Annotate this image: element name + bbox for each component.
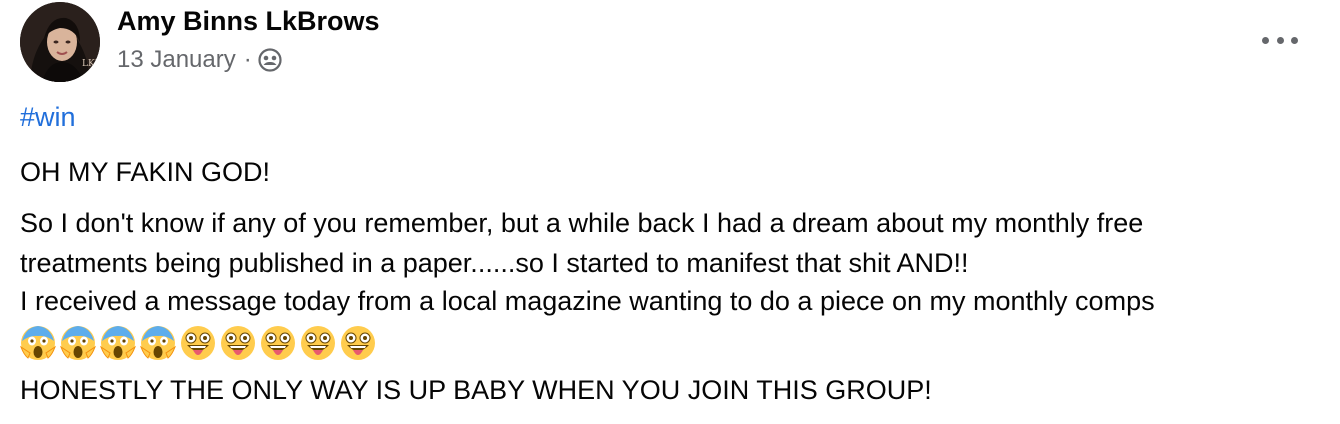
post-text-line: So I don't know if any of you remember, … [20,208,1144,238]
post-text-line: OH MY FAKIN GOD! [20,157,271,187]
avatar-image: LKB [20,2,100,82]
zany-face-icon [220,325,256,361]
screaming-face-icon [59,325,97,361]
zany-face-icon [260,325,296,361]
screaming-face-icon [99,325,137,361]
group-icon[interactable] [258,48,282,72]
more-dot [1276,36,1284,44]
post-text-line: I received a message today from a local … [20,286,1155,316]
post-meta: 13 January · [117,46,282,74]
screaming-face-icon [139,325,177,361]
zany-face-icon [340,325,376,361]
post-text-line: HONESTLY THE ONLY WAY IS UP BABY WHEN YO… [20,375,932,405]
avatar[interactable]: LKB [20,2,100,82]
post-card: LKB Amy Binns LkBrows 13 January · #win … [0,0,1340,424]
meta-separator: · [243,46,252,73]
avatar-logo-text: LKB [82,59,100,69]
zany-face-icon [300,325,336,361]
post-text-line: treatments being published in a paper...… [20,248,969,278]
more-dot [1262,36,1269,44]
hashtag-link[interactable]: #win [20,102,76,133]
more-dot [1291,36,1298,44]
zany-face-icon [180,325,216,361]
more-options-icon[interactable] [1262,30,1298,50]
author-name[interactable]: Amy Binns LkBrows [117,6,380,37]
emoji-row [19,325,376,361]
post-date[interactable]: 13 January [117,46,236,74]
screaming-face-icon [19,325,57,361]
